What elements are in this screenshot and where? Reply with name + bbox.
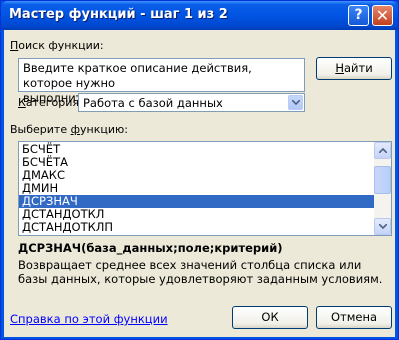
search-label: Поиск функции:: [10, 39, 104, 52]
function-list-label: Выберите функцию:: [10, 123, 128, 136]
window-title: Мастер функций - шаг 1 из 2: [9, 7, 228, 22]
dialog-body: Поиск функции: Введите краткое описание …: [4, 30, 395, 337]
scroll-up-button[interactable]: [374, 142, 391, 159]
category-value: Работа с базой данных: [83, 96, 223, 110]
list-item[interactable]: ДМАКС: [19, 169, 374, 182]
function-description: Возвращает среднее всех значений столбца…: [18, 258, 383, 286]
chevron-down-icon[interactable]: [288, 95, 303, 110]
search-label-text: оиск функции:: [18, 39, 104, 52]
list-item[interactable]: БСЧЁТА: [19, 156, 374, 169]
list-item[interactable]: БСЧЁТ: [19, 143, 374, 156]
search-text-line1: Введите краткое описание действия, котор…: [23, 61, 252, 90]
function-help-link[interactable]: Справка по этой функции: [10, 312, 168, 326]
category-label-mnemonic: К: [18, 96, 26, 109]
search-input[interactable]: Введите краткое описание действия, котор…: [18, 58, 305, 105]
title-bar[interactable]: Мастер функций - шаг 1 из 2 ? ✕: [1, 1, 398, 30]
find-button-label: айти: [343, 61, 373, 75]
cancel-button[interactable]: Отмена: [316, 306, 392, 329]
close-button[interactable]: ✕: [372, 5, 393, 26]
function-label-post: ункцию:: [80, 123, 128, 136]
function-label-mnemonic: ф: [70, 123, 80, 136]
list-item[interactable]: ДСТАНДОТКЛП: [19, 221, 374, 234]
help-title-button[interactable]: ?: [348, 5, 369, 26]
scroll-down-button[interactable]: [374, 218, 391, 235]
category-select[interactable]: Работа с базой данных: [78, 93, 305, 112]
find-button[interactable]: Найти: [316, 57, 392, 80]
function-signature: ДСРЗНАЧ(база_данных;поле;критерий): [18, 241, 283, 255]
category-label-text: атегория:: [25, 96, 83, 109]
function-list[interactable]: БСЧЁТ БСЧЁТА ДМАКС ДМИН ДСРЗНАЧ ДСТАНДОТКЛ ДСТ…: [18, 141, 392, 236]
function-label-pre: Выберите: [10, 123, 71, 136]
ok-button[interactable]: ОК: [232, 306, 308, 329]
find-button-mnemonic: Н: [335, 61, 344, 75]
category-label: Категория:: [18, 96, 83, 109]
function-list-scrollbar[interactable]: [374, 142, 391, 235]
scroll-thumb[interactable]: [374, 166, 391, 194]
function-list-items: БСЧЁТ БСЧЁТА ДМАКС ДМИН ДСРЗНАЧ ДСТАНДОТКЛ ДСТ…: [19, 143, 374, 234]
dialog-window: Мастер функций - шаг 1 из 2 ? ✕ Поиск фу…: [0, 0, 399, 340]
